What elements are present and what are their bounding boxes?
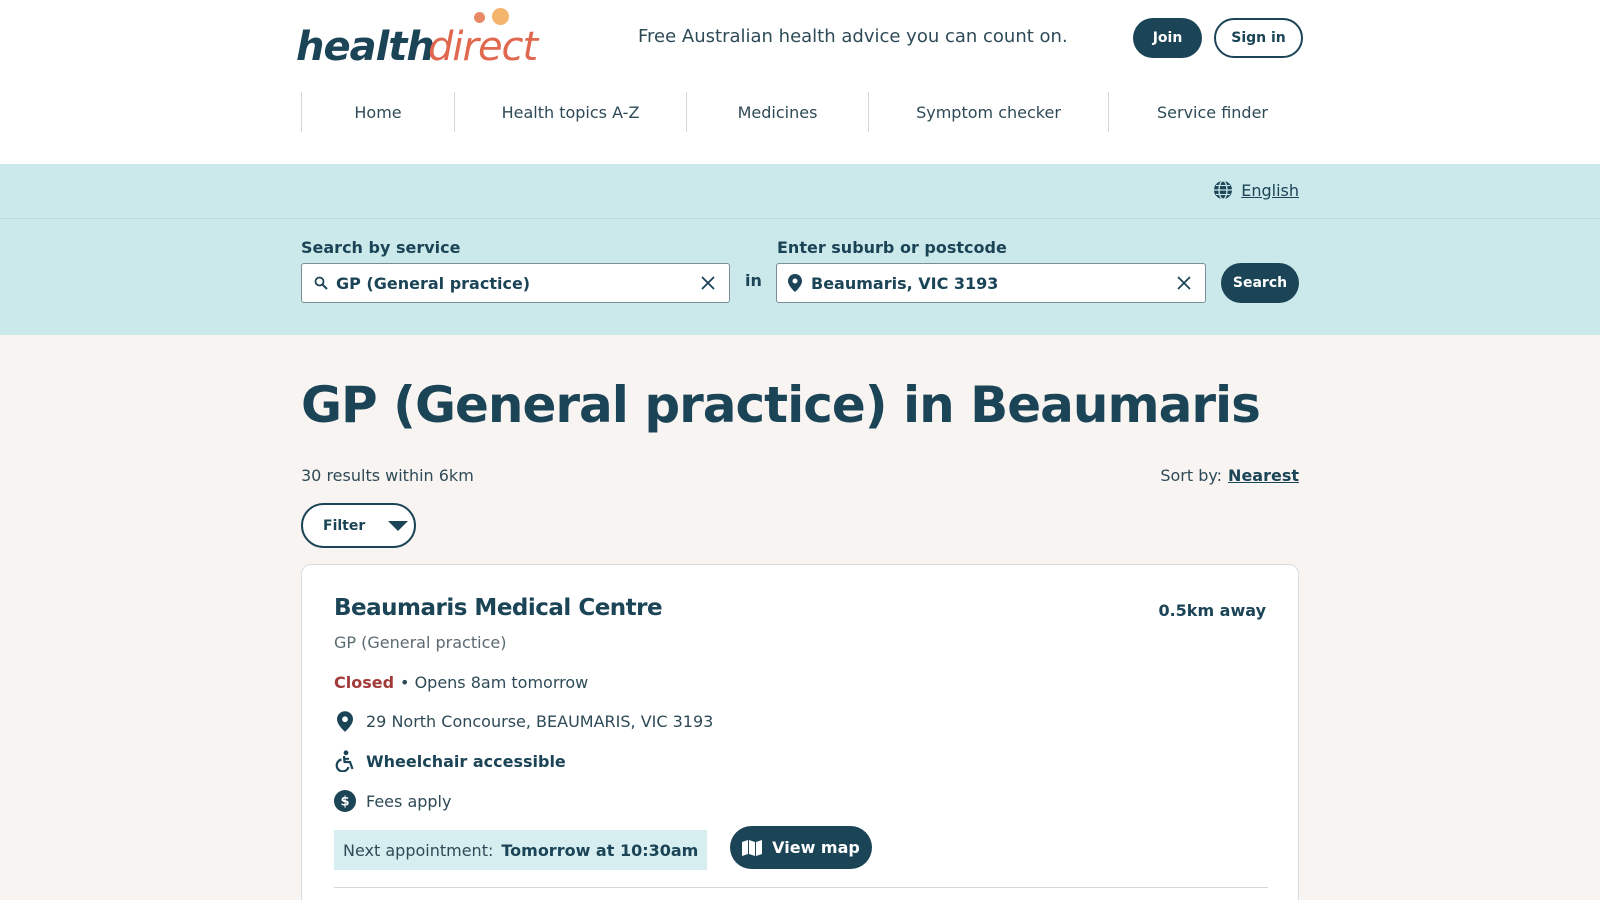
- map-icon: [742, 839, 763, 856]
- globe-icon: [1214, 180, 1233, 200]
- page-title: GP (General practice) in Beaumaris: [301, 376, 1261, 434]
- search-icon: [314, 276, 328, 290]
- language-selector[interactable]: English: [1213, 180, 1299, 200]
- service-search-value: GP (General practice): [336, 273, 531, 293]
- wheelchair-icon: [334, 750, 356, 772]
- opens-text: • Opens 8am tomorrow: [400, 673, 589, 692]
- nav-item-symptom-checker[interactable]: Symptom checker: [868, 92, 1108, 132]
- fees-text: Fees apply: [366, 791, 452, 811]
- service-type: GP (General practice): [334, 633, 507, 652]
- clear-icon[interactable]: [1177, 276, 1191, 290]
- address-text: 29 North Concourse, BEAUMARIS, VIC 3193: [366, 711, 714, 731]
- nav-item-home[interactable]: Home: [301, 92, 454, 132]
- service-search-input[interactable]: GP (General practice): [301, 263, 730, 303]
- search-panel: Search by service GP (General practice) …: [0, 219, 1600, 335]
- appointment-value: Tomorrow at 10:30am: [501, 840, 699, 860]
- result-card: Beaumaris Medical Centre 0.5km away GP (…: [301, 564, 1299, 900]
- language-label: English: [1241, 180, 1299, 200]
- svg-text:$: $: [340, 795, 349, 810]
- logo-dot-icon: [474, 12, 485, 23]
- nav-item-health-topics[interactable]: Health topics A-Z: [454, 92, 686, 132]
- results-count: 30 results within 6km: [301, 466, 474, 485]
- appointment-label: Next appointment:: [343, 840, 494, 860]
- in-label: in: [745, 271, 762, 290]
- opening-status: Closed • Opens 8am tomorrow: [334, 673, 588, 692]
- location-search-value: Beaumaris, VIC 3193: [811, 273, 999, 293]
- chevron-down-icon: [388, 520, 409, 531]
- location-pin-icon: [334, 710, 356, 732]
- service-name-link[interactable]: Beaumaris Medical Centre: [334, 595, 663, 621]
- nav-item-medicines[interactable]: Medicines: [686, 92, 868, 132]
- accessibility-text: Wheelchair accessible: [366, 751, 566, 771]
- dollar-icon: $: [334, 790, 356, 812]
- main-nav: Home Health topics A-Z Medicines Symptom…: [301, 92, 1316, 132]
- distance: 0.5km away: [1158, 601, 1266, 620]
- filter-label: Filter: [323, 517, 366, 534]
- tagline: Free Australian health advice you can co…: [638, 26, 1068, 47]
- clear-icon[interactable]: [701, 276, 715, 290]
- status-badge: Closed: [334, 673, 395, 692]
- sort-control: Sort by: Nearest: [1160, 466, 1299, 485]
- sort-nearest-link[interactable]: Nearest: [1228, 466, 1299, 485]
- healthdirect-logo[interactable]: health direct: [296, 8, 546, 74]
- nav-item-service-finder[interactable]: Service finder: [1108, 92, 1316, 132]
- logo-direct-text: direct: [428, 24, 538, 70]
- fees-row: $ Fees apply: [334, 790, 451, 812]
- language-bar: English: [0, 164, 1600, 219]
- accessibility-row: Wheelchair accessible: [334, 750, 566, 772]
- search-button[interactable]: Search: [1221, 263, 1299, 303]
- site-header: health direct Free Australian health adv…: [0, 0, 1600, 164]
- filter-button[interactable]: Filter: [301, 503, 416, 548]
- sign-in-button[interactable]: Sign in: [1214, 18, 1303, 58]
- view-map-button[interactable]: View map: [730, 826, 872, 869]
- location-pin-icon: [788, 274, 802, 292]
- location-search-label: Enter suburb or postcode: [777, 238, 1007, 257]
- location-search-input[interactable]: Beaumaris, VIC 3193: [776, 263, 1206, 303]
- sort-label: Sort by:: [1160, 466, 1223, 485]
- address-row: 29 North Concourse, BEAUMARIS, VIC 3193: [334, 710, 713, 732]
- divider: [334, 887, 1268, 888]
- logo-health-text: health: [296, 24, 435, 70]
- join-button[interactable]: Join: [1133, 18, 1202, 58]
- logo-dot-icon: [492, 8, 509, 25]
- view-map-label: View map: [772, 838, 860, 857]
- next-appointment: Next appointment: Tomorrow at 10:30am: [334, 830, 708, 870]
- service-search-label: Search by service: [301, 238, 461, 257]
